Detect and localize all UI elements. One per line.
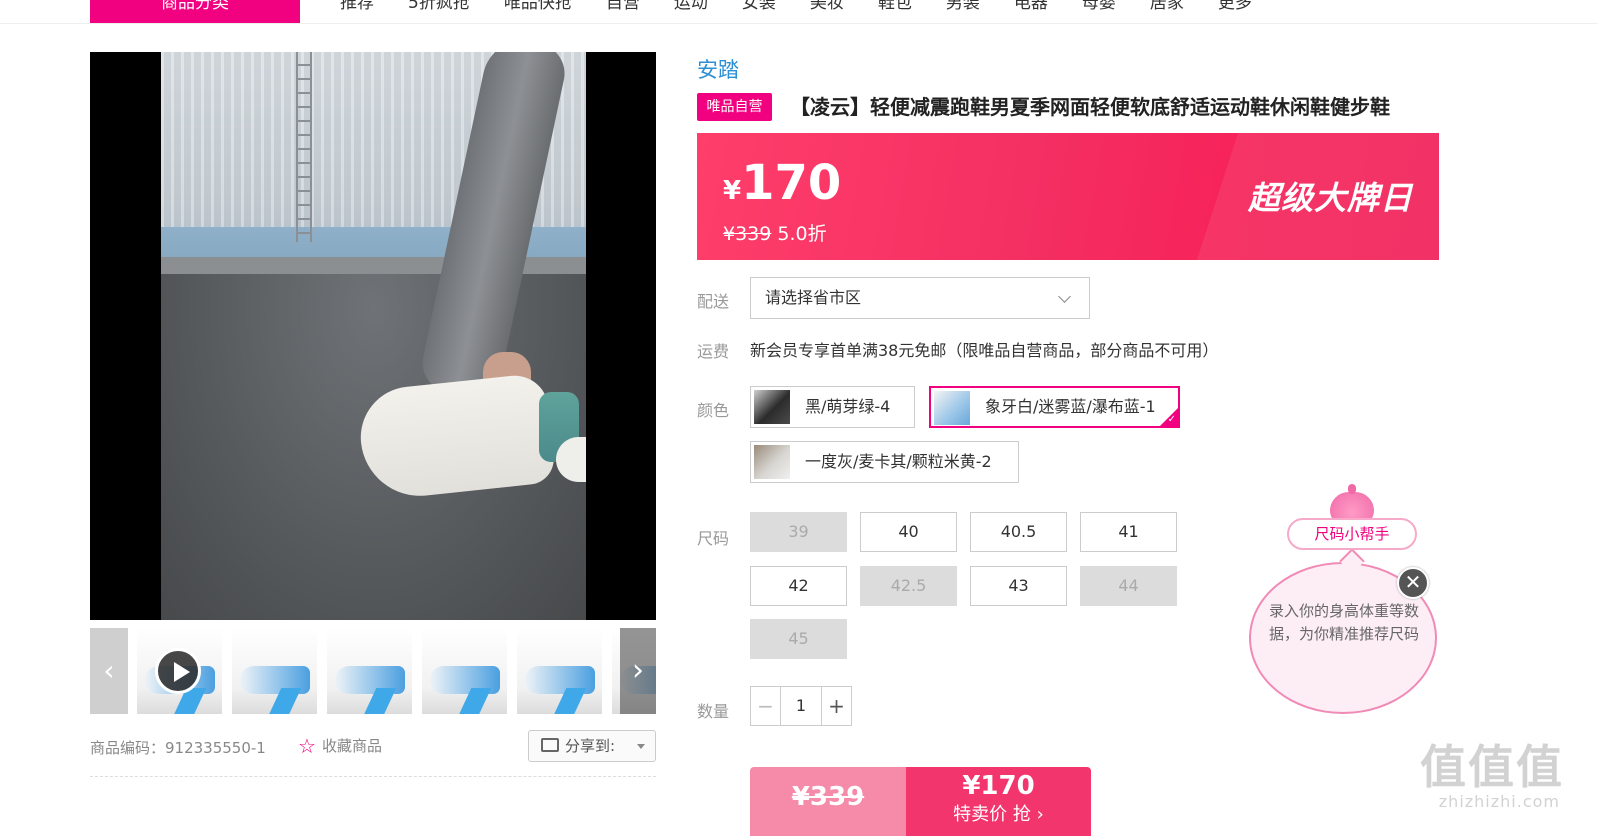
freight-text: 新会员专享首单满38元免邮（限唯品自营商品，部分商品不可用）	[750, 341, 1219, 360]
nav-link[interactable]: 女装	[742, 0, 776, 13]
self-operated-badge: 唯品自营	[697, 93, 772, 121]
color-option-label: 黑/萌芽绿-4	[805, 397, 891, 416]
watermark-logo: 值值值	[1420, 740, 1564, 794]
favorite-button[interactable]: ☆ 收藏商品	[298, 735, 382, 756]
color-label: 颜色	[697, 401, 730, 420]
delivery-region-select[interactable]: 请选择省市区	[750, 277, 1090, 319]
color-option-label: 一度灰/麦卡其/颗粒米黄-2	[805, 452, 992, 471]
size-option-unavailable: 45	[750, 619, 847, 659]
size-option[interactable]: 40	[860, 512, 957, 552]
category-menu-button[interactable]: 商品分类	[90, 0, 300, 23]
watermark-url: zhizhizhi.com	[1438, 792, 1560, 811]
nav-link[interactable]: 鞋包	[878, 0, 912, 13]
quantity-input[interactable]: 1	[781, 687, 821, 725]
share-label: 分享到:	[565, 737, 616, 755]
close-icon[interactable]: ✕	[1397, 567, 1429, 599]
discount-rate: 5.0折	[777, 223, 827, 245]
size-helper-tag[interactable]: 尺码小帮手	[1287, 518, 1417, 550]
chevron-down-icon	[1058, 290, 1071, 303]
nav-link[interactable]: 唯品快抢	[504, 0, 572, 13]
thumbnail-next-button[interactable]: ›	[620, 628, 656, 714]
buy-action-label: 特卖价 抢 ›	[953, 804, 1044, 825]
nav-link[interactable]: 5折疯抢	[408, 0, 470, 13]
buy-original-price: ¥339	[750, 767, 906, 836]
nav-link[interactable]: 母婴	[1082, 0, 1116, 13]
buy-original-price-value: ¥339	[791, 782, 865, 812]
delivery-label: 配送	[697, 292, 730, 311]
share-icon	[541, 738, 559, 752]
quantity-stepper: − 1 +	[750, 686, 852, 726]
nav-link[interactable]: 美妆	[810, 0, 844, 13]
nav-link[interactable]: 男装	[946, 0, 980, 13]
current-price: ¥170	[723, 155, 841, 211]
color-option-selected[interactable]: 象牙白/迷雾蓝/瀑布蓝-1 ✓	[929, 386, 1180, 428]
product-title: 【凌云】轻便减震跑鞋男夏季网面轻便软底舒适运动鞋休闲鞋健步鞋	[790, 95, 1390, 119]
star-icon: ☆	[298, 733, 316, 758]
buy-price: ¥170	[962, 771, 1035, 801]
current-price-value: 170	[741, 155, 842, 211]
product-code: 商品编码：912335550-1	[90, 739, 266, 757]
product-meta-row: 商品编码：912335550-1 ☆ 收藏商品 分享到:	[90, 730, 656, 763]
color-swatch	[754, 390, 790, 424]
top-nav: 商品分类 推荐 5折疯抢 唯品快抢 自营 运动 女装 美妆 鞋包 男装 电器 母…	[0, 0, 1597, 24]
size-option-unavailable: 44	[1080, 566, 1177, 606]
thumbnail-image[interactable]	[232, 628, 317, 714]
size-option[interactable]: 41	[1080, 512, 1177, 552]
size-option[interactable]: 42	[750, 566, 847, 606]
brand-link[interactable]: 安踏	[697, 54, 739, 84]
color-option-label: 象牙白/迷雾蓝/瀑布蓝-1	[985, 397, 1156, 416]
watermark: 值值值 zhizhizhi.com	[1420, 742, 1564, 811]
nav-link[interactable]: 电器	[1014, 0, 1048, 13]
favorite-label: 收藏商品	[321, 737, 382, 755]
size-label: 尺码	[697, 529, 730, 548]
color-option[interactable]: 黑/萌芽绿-4	[750, 386, 915, 428]
nav-link[interactable]: 推荐	[340, 0, 374, 13]
nav-link[interactable]: 居家	[1150, 0, 1184, 13]
caret-down-icon	[637, 744, 645, 749]
price-sub: ¥339 5.0折	[723, 219, 827, 246]
product-photo-scene	[161, 52, 586, 620]
thumbnail-image[interactable]	[517, 628, 602, 714]
nav-more-link[interactable]: 更多	[1218, 0, 1252, 13]
size-option-unavailable: 39	[750, 512, 847, 552]
size-helper-widget: 尺码小帮手 录入你的身高体重等数据，为你精准推荐尺码 ✕	[1245, 484, 1445, 720]
share-dropdown[interactable]: 分享到:	[528, 730, 656, 762]
quantity-plus-button[interactable]: +	[821, 687, 851, 725]
thumbnail-prev-button[interactable]: ‹	[90, 628, 128, 714]
buy-button[interactable]: ¥339 ¥170 特卖价 抢 ›	[750, 767, 1091, 836]
nav-links: 推荐 5折疯抢 唯品快抢 自营 运动 女装 美妆 鞋包 男装 电器 母婴 居家 …	[340, 0, 1286, 13]
play-icon[interactable]	[155, 648, 201, 694]
color-option[interactable]: 一度灰/麦卡其/颗粒米黄-2	[750, 441, 1019, 483]
thumbnail-video[interactable]	[137, 628, 222, 714]
size-option-unavailable: 42.5	[860, 566, 957, 606]
price-banner: ¥170 ¥339 5.0折 超级大牌日	[697, 133, 1439, 260]
delivery-select-value: 请选择省市区	[765, 288, 862, 307]
original-price: ¥339	[723, 223, 772, 245]
currency-symbol: ¥	[723, 176, 742, 206]
size-helper-text: 录入你的身高体重等数据，为你精准推荐尺码	[1269, 602, 1420, 643]
main-product-video[interactable]	[90, 52, 656, 620]
nav-link[interactable]: 自营	[606, 0, 640, 13]
thumbnail-strip: ‹ ›	[90, 628, 656, 714]
color-swatch	[934, 391, 970, 425]
freight-label: 运费	[697, 342, 730, 361]
thumbnail-image[interactable]	[327, 628, 412, 714]
size-option[interactable]: 43	[970, 566, 1067, 606]
quantity-label: 数量	[697, 702, 730, 721]
check-icon: ✓	[1167, 414, 1176, 425]
buy-now[interactable]: ¥170 特卖价 抢 ›	[906, 767, 1091, 836]
quantity-minus-button[interactable]: −	[751, 687, 781, 725]
promo-label: 超级大牌日	[1247, 179, 1413, 217]
color-swatch	[754, 445, 790, 479]
photo-ladder	[296, 52, 312, 242]
size-option[interactable]: 40.5	[970, 512, 1067, 552]
nav-link[interactable]: 运动	[674, 0, 708, 13]
thumbnail-image[interactable]	[422, 628, 507, 714]
divider	[90, 776, 656, 777]
